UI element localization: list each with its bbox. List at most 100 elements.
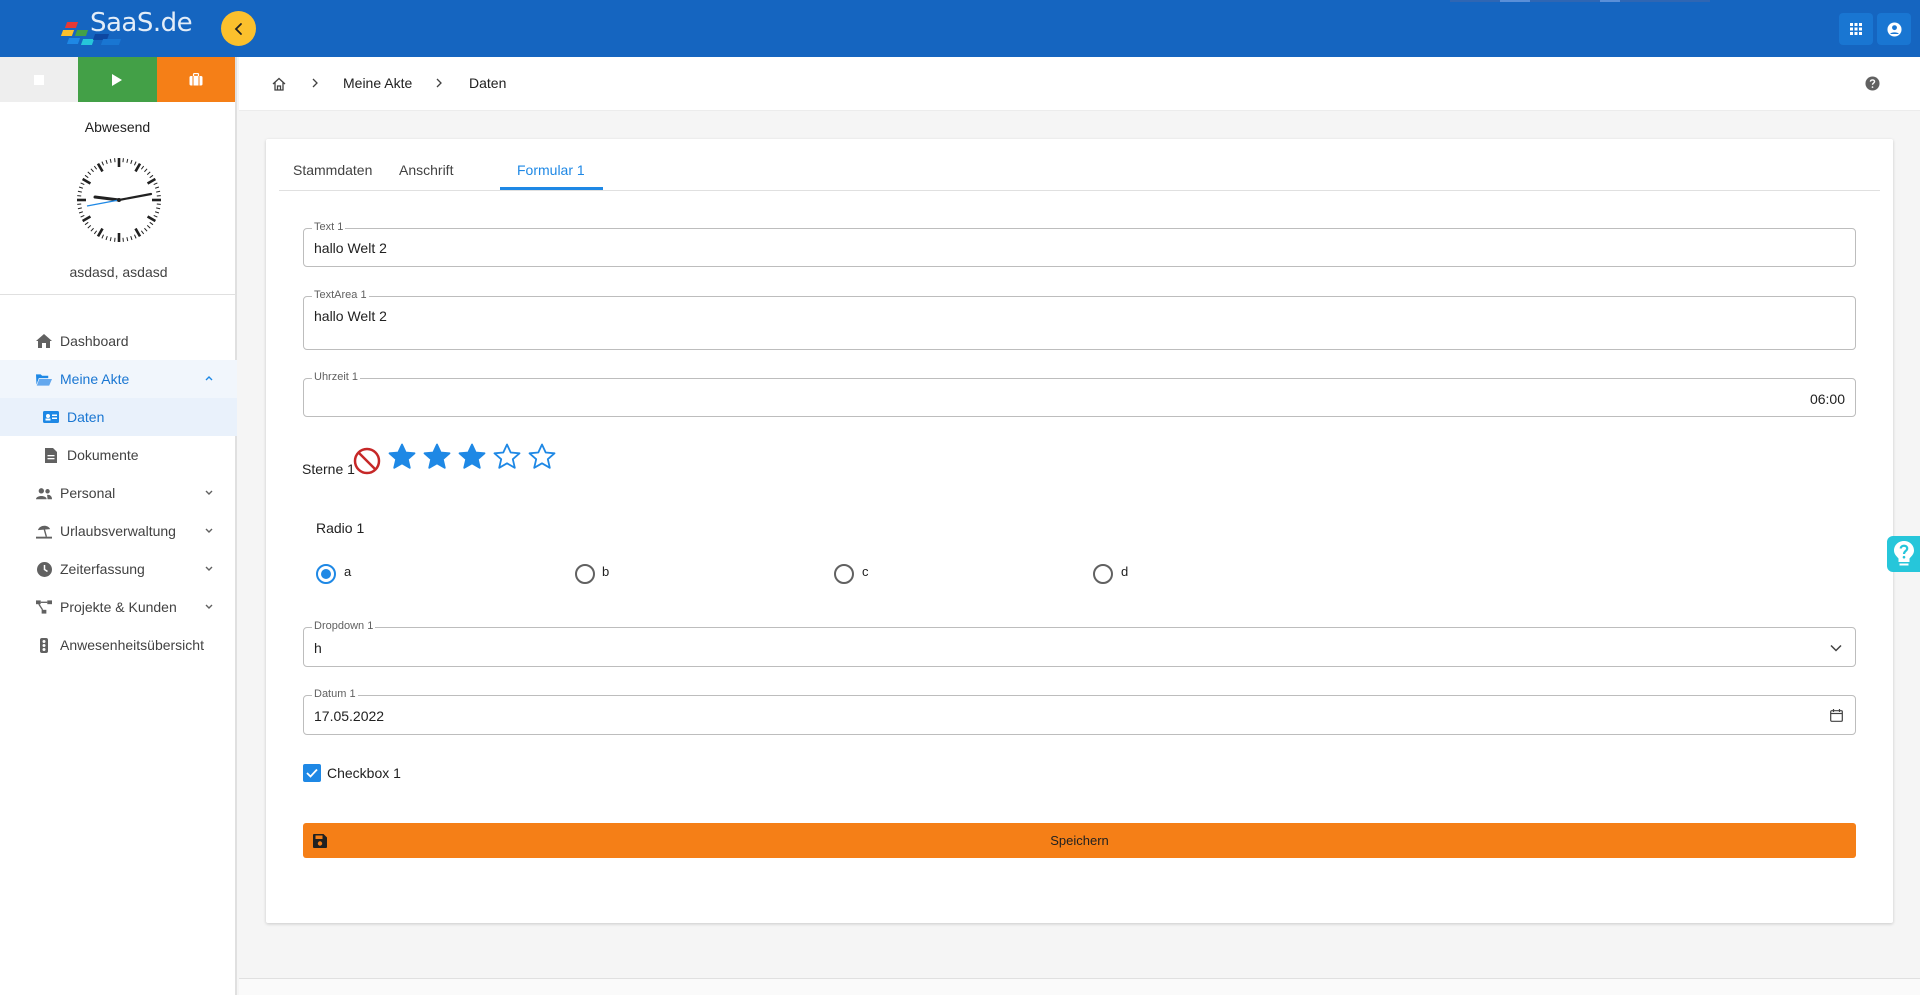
tab-stammdaten[interactable]: Stammdaten (293, 162, 372, 178)
chevron-left-icon (234, 22, 242, 35)
file-icon (43, 447, 59, 463)
textarea-1-input[interactable]: hallo Welt 2 (314, 308, 387, 324)
grid-icon (1850, 23, 1862, 35)
stop-icon (34, 74, 45, 85)
sidebar-item-projekte-kunden[interactable]: Projekte & Kunden (0, 588, 237, 626)
dropdown-1-value: h (314, 640, 322, 656)
field-label: Uhrzeit 1 (312, 371, 361, 383)
sidebar-item-anwesenheitsuebersicht[interactable]: Anwesenheitsübersicht (0, 626, 237, 664)
tab-active-indicator (500, 187, 603, 190)
tab-formular-1[interactable]: Formular 1 (517, 162, 585, 178)
clock-icon (36, 561, 52, 577)
chevron-right-icon (312, 78, 318, 88)
id-card-icon (43, 409, 59, 425)
tab-bar: Stammdaten Anschrift Formular 1 (279, 139, 1880, 191)
date-1-input[interactable]: 17.05.2022 (314, 708, 384, 724)
traffic-light-icon (36, 637, 52, 653)
play-button[interactable] (78, 57, 157, 102)
calendar-icon[interactable] (1830, 709, 1843, 722)
chevron-down-icon (1830, 644, 1842, 652)
briefcase-icon (189, 73, 203, 86)
sidebar-item-label: Personal (60, 485, 116, 501)
save-button-label: Speichern (1050, 833, 1109, 848)
sidebar-item-dashboard[interactable]: Dashboard (0, 322, 237, 360)
sidebar-divider (0, 294, 237, 295)
radio-label-c: c (862, 564, 869, 579)
checkmark-icon (306, 768, 318, 778)
sidebar-item-label: Urlaubsverwaltung (60, 523, 176, 539)
logo-text: SaaS.de (90, 8, 193, 38)
star-filled-icon[interactable] (422, 442, 452, 472)
sidebar-item-urlaubsverwaltung[interactable]: Urlaubsverwaltung (0, 512, 237, 550)
help-circle-icon[interactable] (1865, 76, 1880, 91)
sidebar-item-label: Meine Akte (60, 371, 130, 387)
sidebar-item-label: Dokumente (67, 447, 139, 463)
breadcrumb-item-meine-akte[interactable]: Meine Akte (343, 75, 412, 91)
checkbox-1[interactable] (303, 764, 321, 782)
chevron-down-icon (205, 566, 213, 571)
rating-clear-icon[interactable] (352, 446, 382, 476)
stars-label: Sterne 1 (302, 461, 355, 477)
star-outline-icon[interactable] (527, 442, 557, 472)
account-button[interactable] (1877, 13, 1911, 45)
status-buttons (0, 57, 235, 102)
chevron-right-icon (436, 78, 442, 88)
pause-button[interactable] (156, 57, 235, 102)
tab-anschrift[interactable]: Anschrift (399, 162, 453, 178)
sidebar-item-zeiterfassung[interactable]: Zeiterfassung (0, 550, 237, 588)
sidebar-item-dokumente[interactable]: Dokumente (0, 436, 237, 474)
home-outline-icon[interactable] (272, 77, 286, 91)
floppy-disk-icon (313, 834, 327, 848)
radio-label-d: d (1121, 564, 1129, 579)
play-icon (112, 73, 123, 86)
field-label: TextArea 1 (312, 289, 369, 301)
radio-option-d[interactable] (1093, 564, 1113, 584)
time-1-input[interactable]: 06:00 (1810, 391, 1845, 407)
sidebar-nav: Dashboard Meine Akte Daten Dokumente Per… (0, 322, 237, 664)
sidebar-item-label: Daten (67, 409, 105, 425)
field-label: Datum 1 (312, 688, 358, 700)
sidebar-item-personal[interactable]: Personal (0, 474, 237, 512)
save-button[interactable]: Speichern (303, 823, 1856, 858)
chevron-down-icon (205, 604, 213, 609)
breadcrumb-item-daten: Daten (469, 75, 507, 91)
top-app-bar: SaaS.de (0, 0, 1920, 57)
text-1-field: Text 1 hallo Welt 2 (303, 221, 1856, 267)
text-1-input[interactable]: hallo Welt 2 (314, 240, 387, 256)
star-outline-icon[interactable] (492, 442, 522, 472)
status-label: Abwesend (84, 119, 151, 135)
sidebar-item-label: Anwesenheitsübersicht (60, 637, 204, 653)
sidebar-item-label: Dashboard (60, 333, 129, 349)
radio-label-b: b (602, 564, 610, 579)
dropdown-1-select[interactable]: Dropdown 1 h (303, 620, 1856, 667)
field-label: Dropdown 1 (312, 620, 376, 632)
account-circle-icon (1886, 21, 1902, 37)
field-label: Text 1 (312, 221, 346, 233)
apps-button[interactable] (1839, 13, 1873, 45)
sidebar-item-daten[interactable]: Daten (0, 398, 237, 436)
logo[interactable]: SaaS.de (58, 6, 193, 50)
footer (239, 979, 1920, 995)
stop-button[interactable] (0, 57, 79, 102)
date-1-field: Datum 1 17.05.2022 (303, 688, 1856, 735)
home-icon (36, 333, 52, 349)
radio-option-b[interactable] (575, 564, 595, 584)
clock-icon (77, 158, 161, 242)
star-filled-icon[interactable] (457, 442, 487, 472)
breadcrumb: Meine Akte Daten (239, 57, 1920, 111)
user-name: asdasd, asdasd (69, 264, 168, 280)
help-tab[interactable] (1887, 536, 1920, 572)
radio-group-label: Radio 1 (316, 520, 365, 536)
checkbox-1-label: Checkbox 1 (327, 765, 401, 781)
chevron-up-icon (205, 376, 213, 381)
project-diagram-icon (36, 599, 52, 615)
radio-option-a[interactable] (316, 564, 336, 584)
sidebar-item-label: Zeiterfassung (60, 561, 145, 577)
chevron-down-icon (205, 490, 213, 495)
beach-umbrella-icon (36, 523, 52, 539)
star-filled-icon[interactable] (387, 442, 417, 472)
sidebar-item-meine-akte[interactable]: Meine Akte (0, 360, 237, 398)
sidebar-toggle-button[interactable] (221, 11, 256, 46)
radio-option-c[interactable] (834, 564, 854, 584)
chevron-down-icon (205, 528, 213, 533)
